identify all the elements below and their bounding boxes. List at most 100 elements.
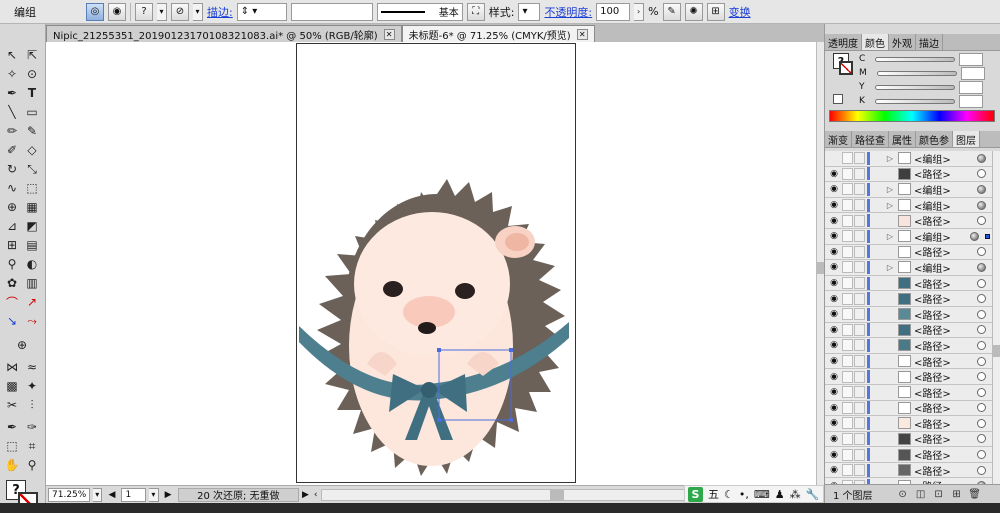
style-swatch[interactable]: ▾ [518, 2, 541, 21]
stroke-dropdown[interactable]: ▾ [193, 2, 203, 21]
layer-row[interactable]: ◉ <路径> [825, 213, 992, 229]
fill-color-button[interactable]: ◉ [108, 2, 126, 21]
layers-scrollbar[interactable] [992, 151, 1000, 484]
scroll-thumb[interactable] [549, 489, 564, 500]
template-toggle[interactable] [854, 386, 865, 399]
channel-slider[interactable] [876, 70, 957, 76]
eye-icon[interactable]: ◉ [828, 215, 840, 227]
artboard-dropdown[interactable]: ▾ [149, 487, 159, 502]
lock-toggle[interactable] [842, 386, 853, 399]
gradient-tool-icon[interactable]: ▤ [22, 236, 42, 254]
eye-icon[interactable]: ◉ [828, 464, 840, 476]
eye-icon[interactable]: ◉ [828, 246, 840, 258]
grid-icon[interactable]: ⁂ [790, 488, 801, 501]
scroll-thumb[interactable] [817, 262, 824, 274]
lock-toggle[interactable] [842, 432, 853, 445]
tab-pathfinder[interactable]: 路径查 [852, 131, 889, 147]
add-anchor-tool-icon[interactable]: ⌒ [2, 293, 22, 311]
column-graph-tool-icon[interactable]: ▥ [22, 274, 42, 292]
blend-tool-icon[interactable]: ◐ [22, 255, 42, 273]
template-toggle[interactable] [854, 370, 865, 383]
brush-definition-field[interactable]: 基本 [376, 2, 463, 21]
slice-tool-icon[interactable]: ⌗ [22, 437, 42, 455]
layer-row[interactable]: ◉ <路径> [825, 384, 992, 401]
lasso-tool-icon[interactable]: ⊙ [22, 65, 42, 83]
eye-icon[interactable]: ◉ [828, 199, 840, 211]
lock-toggle[interactable] [842, 214, 853, 227]
eye-icon[interactable]: ◉ [828, 371, 840, 383]
new-sublayer-icon[interactable]: ⊡ [933, 488, 945, 500]
tab-appearance[interactable]: 外观 [889, 34, 916, 50]
target-icon[interactable] [977, 450, 986, 460]
eye-icon[interactable]: ◉ [828, 230, 840, 242]
knife-tool-icon[interactable]: ⫶ [22, 396, 42, 414]
lock-toggle[interactable] [842, 417, 853, 430]
eraser-tool-icon[interactable]: ◇ [22, 141, 42, 159]
channel-value-input[interactable] [959, 52, 984, 66]
template-toggle[interactable] [854, 464, 865, 477]
eye-icon[interactable]: ◉ [828, 417, 840, 429]
selection-handle[interactable] [509, 348, 513, 352]
lock-toggle[interactable] [842, 167, 853, 180]
lock-toggle[interactable] [842, 308, 853, 321]
target-icon[interactable] [970, 231, 979, 241]
type-tool-icon[interactable]: T [22, 84, 42, 102]
channel-value-input[interactable] [958, 80, 983, 94]
scroll-thumb[interactable] [993, 345, 1000, 357]
template-toggle[interactable] [854, 261, 865, 274]
layer-row[interactable]: ◉ <路径> [825, 338, 992, 354]
template-toggle[interactable] [854, 308, 865, 321]
layer-row[interactable]: ◉ <路径> [825, 416, 992, 432]
template-toggle[interactable] [854, 245, 865, 258]
selection-handle[interactable] [437, 418, 441, 422]
artboard-number-field[interactable]: 1 [121, 487, 147, 502]
expand-arrow-icon[interactable]: ▷ [884, 154, 896, 163]
magic-wand-tool-icon[interactable]: ✧ [2, 65, 22, 83]
line-tool-icon[interactable]: ╲ [2, 103, 22, 121]
target-icon[interactable] [977, 278, 986, 288]
target-icon[interactable] [977, 403, 986, 413]
canvas-vertical-scrollbar[interactable] [816, 42, 824, 485]
user-icon[interactable]: ♟ [775, 488, 785, 501]
target-icon[interactable] [977, 247, 986, 257]
zoom-dropdown[interactable]: ▾ [93, 487, 103, 502]
tab-layers[interactable]: 图层 [953, 131, 980, 147]
layer-row[interactable]: ◉ ▷ <编组> [825, 182, 992, 198]
eyedropper-tool-icon[interactable]: ⚲ [2, 255, 22, 273]
moon-icon[interactable]: ☾ [724, 488, 734, 501]
new-layer-icon[interactable]: ⊞ [951, 488, 963, 500]
fill-dropdown[interactable]: ▾ [157, 2, 167, 21]
scale-tool-icon[interactable]: ⤡ [22, 160, 42, 178]
eye-icon[interactable]: ◉ [828, 261, 840, 273]
tab-transparency[interactable]: 透明度 [825, 34, 862, 50]
lock-toggle[interactable] [842, 401, 853, 414]
prev-artboard-icon[interactable]: ◀ [105, 490, 118, 500]
template-toggle[interactable] [854, 199, 865, 212]
stroke-weight-field[interactable]: ⇕ ▾ [236, 2, 287, 21]
free-transform-tool-icon[interactable]: ⬚ [22, 179, 42, 197]
eye-icon[interactable]: ◉ [828, 293, 840, 305]
selection-handle[interactable] [437, 348, 441, 352]
target-icon[interactable] [977, 434, 986, 444]
blob-brush-tool-icon[interactable]: ✐ [2, 141, 22, 159]
template-toggle[interactable] [854, 277, 865, 290]
punctuation-icon[interactable]: •, [739, 488, 749, 501]
lock-toggle[interactable] [842, 464, 853, 477]
fit-artboard-icon[interactable]: ⛶ [466, 2, 485, 21]
template-toggle[interactable] [854, 323, 865, 336]
lock-toggle[interactable] [842, 448, 853, 461]
tab-gradient[interactable]: 渐变 [825, 131, 852, 147]
close-icon[interactable]: ✕ [383, 28, 395, 40]
channel-value-input[interactable] [958, 94, 983, 108]
width-tool-icon[interactable]: ↘ [2, 312, 22, 330]
artboard-tool-icon[interactable]: ⬚ [2, 437, 22, 455]
live-paint-tool-icon[interactable]: ▦ [22, 198, 42, 216]
tab-color-guide[interactable]: 颜色参 [916, 131, 953, 147]
lock-toggle[interactable] [842, 370, 853, 383]
target-icon[interactable] [977, 216, 986, 226]
symbol-sprayer-tool-icon[interactable]: ✿ [2, 274, 22, 292]
crosshair-icon[interactable]: ⊕ [12, 336, 32, 354]
template-toggle[interactable] [854, 417, 865, 430]
lock-toggle[interactable] [842, 355, 853, 368]
eyedropper-small-icon[interactable]: ✒ [2, 418, 22, 436]
